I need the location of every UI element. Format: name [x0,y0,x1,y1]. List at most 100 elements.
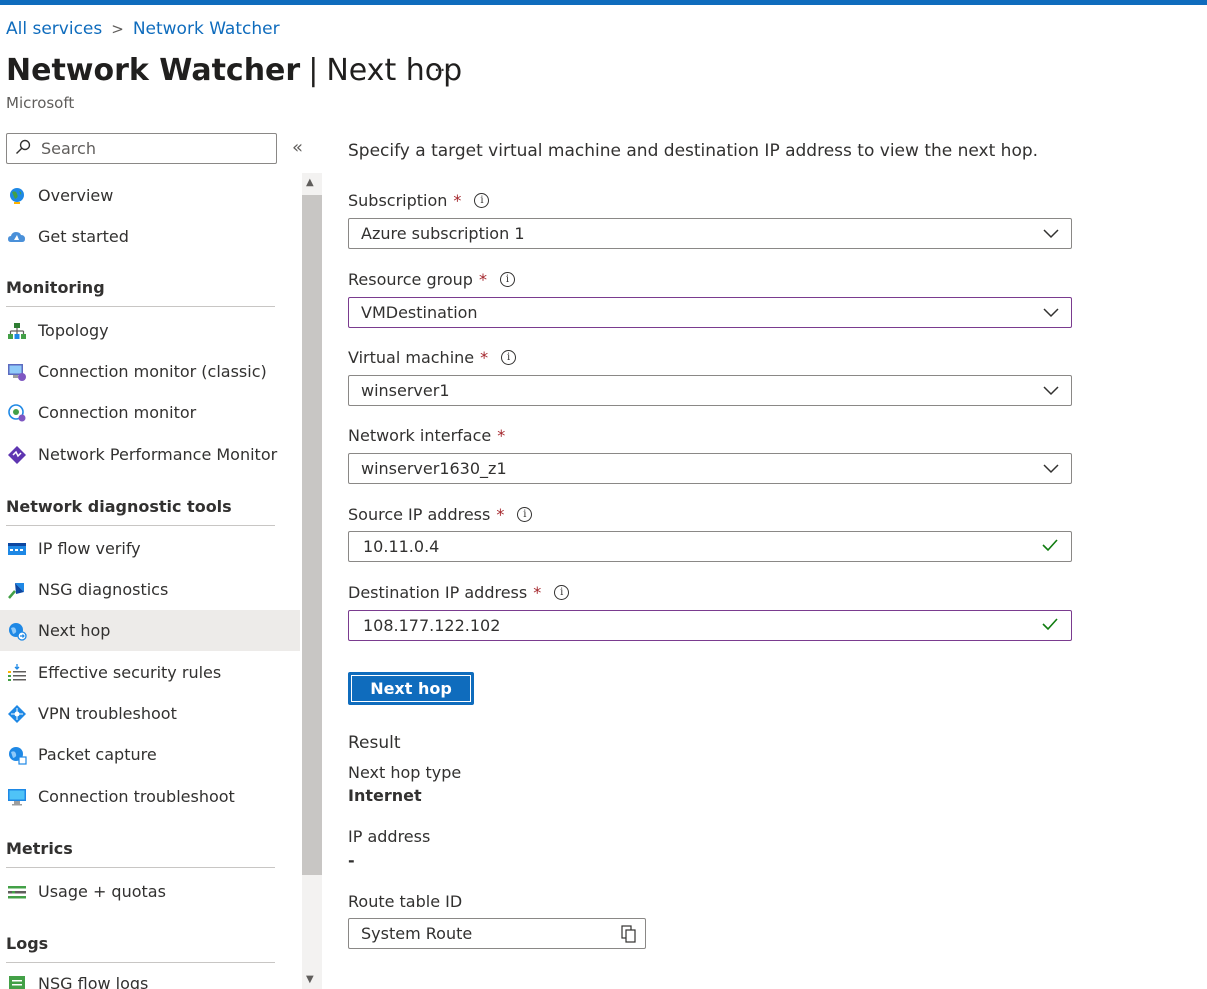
sidebar-scrollbar[interactable]: ▲ ▼ [302,173,322,989]
sidebar-item-vpn-troubleshoot[interactable]: VPN troubleshoot [0,693,300,734]
required-asterisk: * [533,583,542,602]
next-hop-type-value: Internet [348,786,422,805]
required-asterisk: * [497,426,506,445]
checkmark-icon [1041,615,1059,637]
result-heading: Result [348,733,401,753]
next-hop-button[interactable]: Next hop [348,672,474,705]
sidebar-item-nsg-flow-logs[interactable]: NSG flow logs [0,963,300,989]
route-table-label: Route table ID [348,892,463,911]
network-interface-dropdown[interactable]: winserver1630_z1 [348,453,1072,484]
resource-group-label-text: Resource group [348,270,473,289]
destination-ip-label: Destination IP address * i [348,583,570,602]
section-logs: Logs [6,934,49,953]
page-subtitle: Microsoft [6,94,75,112]
required-asterisk: * [480,348,489,367]
sidebar-item-effective-security-rules[interactable]: Effective security rules [0,652,300,693]
main-content: Specify a target virtual machine and des… [348,0,1128,989]
intro-text: Specify a target virtual machine and des… [348,141,1039,161]
scrollbar-thumb[interactable] [302,195,322,875]
chevron-down-icon [1043,224,1059,243]
performance-monitor-icon [6,444,28,466]
sidebar-item-label: Packet capture [38,745,157,764]
sidebar-search[interactable] [6,133,277,164]
nsg-diagnostics-icon [6,579,28,601]
sidebar-item-usage-quotas[interactable]: Usage + quotas [0,871,300,912]
resource-group-label: Resource group * i [348,270,515,289]
packet-capture-icon [6,744,28,766]
sidebar-item-label: Get started [38,227,129,246]
sidebar-item-connection-monitor[interactable]: Connection monitor [0,392,300,433]
connection-troubleshoot-icon [6,786,28,808]
virtual-machine-label-text: Virtual machine [348,348,475,367]
sidebar-item-label: Overview [38,186,114,205]
sidebar-item-connection-troubleshoot[interactable]: Connection troubleshoot [0,776,300,817]
info-icon[interactable]: i [501,350,517,365]
subscription-value: Azure subscription 1 [361,224,525,243]
resource-group-value: VMDestination [361,303,478,322]
vpn-icon [6,703,28,725]
collapse-sidebar-button[interactable]: « [292,137,303,158]
sidebar-item-packet-capture[interactable]: Packet capture [0,734,300,775]
destination-ip-label-text: Destination IP address [348,583,528,602]
subscription-label-text: Subscription [348,191,448,210]
route-table-value: System Route [361,924,473,943]
ip-address-label: IP address [348,827,431,846]
usage-icon [6,881,28,903]
sidebar-item-label: NSG flow logs [38,974,149,989]
monitor-icon [6,361,28,383]
scroll-down-arrow-icon[interactable]: ▼ [306,974,314,985]
virtual-machine-value: winserver1 [361,381,450,400]
copy-icon[interactable] [621,924,637,943]
virtual-machine-dropdown[interactable]: winserver1 [348,375,1072,406]
sidebar-item-label: Usage + quotas [38,882,166,901]
source-ip-field[interactable] [348,531,1072,562]
topology-icon [6,320,28,342]
sidebar-item-connection-monitor-classic[interactable]: Connection monitor (classic) [0,351,300,392]
sidebar-item-nsg-diagnostics[interactable]: NSG diagnostics [0,569,300,610]
flow-logs-icon [6,973,28,989]
page-title-service: Network Watcher [6,53,301,88]
destination-ip-field[interactable] [348,610,1072,641]
info-icon[interactable]: i [554,585,570,600]
breadcrumb-all-services[interactable]: All services [6,19,102,39]
chevron-down-icon [1043,303,1059,322]
sidebar-item-next-hop[interactable]: Next hop [0,610,300,651]
info-icon[interactable]: i [474,193,490,208]
sidebar-item-get-started[interactable]: Get started [0,216,300,257]
sidebar-item-ip-flow-verify[interactable]: IP flow verify [0,528,300,569]
sidebar-item-label: NSG diagnostics [38,580,169,599]
network-interface-label: Network interface * [348,426,505,445]
source-ip-input[interactable] [361,536,1041,557]
breadcrumb-network-watcher[interactable]: Network Watcher [133,19,280,39]
scroll-up-arrow-icon[interactable]: ▲ [306,177,314,188]
search-input[interactable] [39,138,259,159]
security-rules-icon [6,662,28,684]
info-icon[interactable]: i [499,272,515,287]
source-ip-label-text: Source IP address [348,505,491,524]
sidebar-item-label: Connection troubleshoot [38,787,235,806]
cloud-icon [6,226,28,248]
sidebar-item-label: Next hop [38,621,111,640]
sidebar-item-topology[interactable]: Topology [0,310,300,351]
section-network-diagnostic-tools: Network diagnostic tools [6,497,275,526]
sidebar-item-label: Effective security rules [38,663,222,682]
section-metrics: Metrics [6,839,275,868]
sidebar-item-network-performance-monitor[interactable]: Network Performance Monitor [0,434,300,475]
sidebar-item-label: Connection monitor [38,403,197,422]
sidebar-item-overview[interactable]: Overview [0,175,300,216]
destination-ip-input[interactable] [361,615,1041,636]
info-icon[interactable]: i [517,507,533,522]
ip-address-value: - [348,851,355,870]
connection-monitor-icon [6,402,28,424]
subscription-dropdown[interactable]: Azure subscription 1 [348,218,1072,249]
resource-group-dropdown[interactable]: VMDestination [348,297,1072,328]
breadcrumb: All services > Network Watcher [6,17,280,41]
chevron-down-icon [1043,459,1059,478]
required-asterisk: * [453,191,462,210]
next-hop-icon [6,620,28,642]
sidebar-item-label: IP flow verify [38,539,141,558]
required-asterisk: * [478,270,487,289]
route-table-field[interactable]: System Route [348,918,646,949]
chevron-down-icon [1043,381,1059,400]
globe-icon [6,185,28,207]
